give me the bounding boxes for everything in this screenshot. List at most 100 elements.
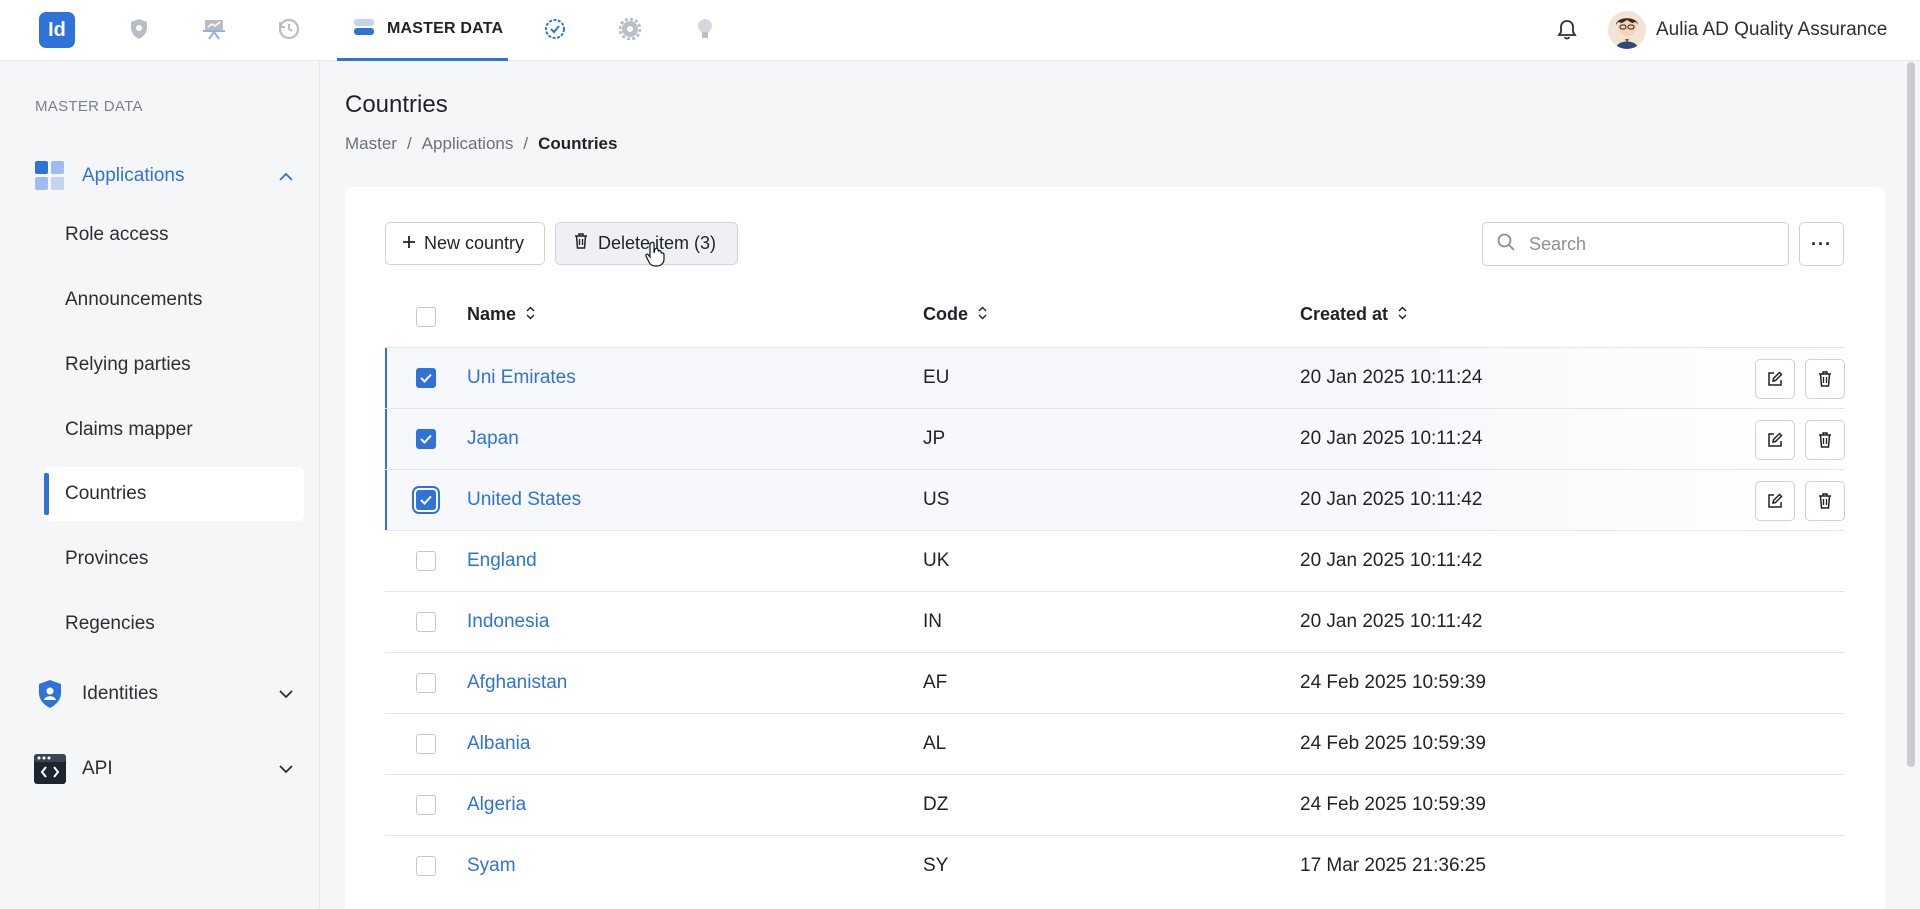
edit-button[interactable] [1755, 481, 1795, 521]
row-checkbox[interactable] [416, 856, 436, 881]
logo-text: Id [48, 18, 66, 41]
breadcrumb-master[interactable]: Master [345, 134, 397, 154]
country-name-link[interactable]: Japan [467, 428, 519, 450]
country-code: IN [923, 611, 942, 632]
new-country-label: New country [424, 233, 525, 253]
nav-tab-master-data[interactable]: MASTER DATA [337, 0, 508, 61]
created-at: 20 Jan 2025 10:11:42 [1300, 550, 1483, 571]
page-title: Countries [345, 91, 448, 118]
country-name-link[interactable]: Uni Emirates [467, 367, 576, 389]
edit-button[interactable] [1755, 359, 1795, 399]
shield-icon[interactable] [124, 14, 154, 44]
gear-icon[interactable] [615, 14, 645, 44]
country-code: EU [923, 367, 950, 388]
sidebar-group-label: Identities [82, 683, 159, 704]
mouse-pointer-icon [645, 241, 665, 272]
column-header-code[interactable]: Code [923, 304, 987, 325]
created-at: 24 Feb 2025 10:59:39 [1300, 672, 1486, 693]
check-circle-icon[interactable] [540, 14, 570, 44]
delete-row-button[interactable] [1805, 420, 1845, 460]
table-row[interactable]: England UK 20 Jan 2025 10:11:42 [385, 530, 1845, 591]
table-row[interactable]: Albania AL 24 Feb 2025 10:59:39 [385, 713, 1845, 774]
country-code: SY [923, 855, 949, 876]
sidebar-item-role-access[interactable]: Role access [44, 208, 304, 262]
table-row[interactable]: Indonesia IN 20 Jan 2025 10:11:42 [385, 591, 1845, 652]
sidebar-item-provinces[interactable]: Provinces [44, 532, 304, 586]
column-header-label: Name [467, 304, 517, 324]
sidebar-group-identities[interactable]: Identities [34, 676, 294, 712]
breadcrumb-applications[interactable]: Applications [422, 134, 514, 154]
delete-row-button[interactable] [1805, 481, 1845, 521]
lightbulb-icon[interactable] [690, 14, 720, 44]
column-header-label: Created at [1300, 304, 1389, 324]
notification-bell-icon[interactable] [1553, 16, 1581, 44]
sidebar-group-applications[interactable]: Applications [34, 158, 294, 194]
country-code: US [923, 489, 950, 510]
sidebar-item-countries[interactable]: Countries [44, 467, 304, 521]
country-code: AL [923, 733, 947, 754]
breadcrumb: Master / Applications / Countries [345, 134, 617, 154]
table-row[interactable]: Algeria DZ 24 Feb 2025 10:59:39 [385, 774, 1845, 835]
master-data-icon [353, 17, 375, 42]
breadcrumb-separator: / [406, 134, 412, 153]
created-at: 20 Jan 2025 10:11:24 [1300, 428, 1483, 449]
created-at: 20 Jan 2025 10:11:24 [1300, 367, 1483, 388]
sidebar-item-announcements[interactable]: Announcements [44, 273, 304, 327]
identities-shield-icon [34, 678, 66, 710]
history-icon[interactable] [274, 14, 304, 44]
table-row[interactable]: Uni Emirates EU 20 Jan 2025 10:11:24 [385, 347, 1845, 409]
row-checkbox[interactable] [416, 795, 436, 820]
row-checkbox[interactable] [416, 490, 436, 510]
search-icon [1497, 233, 1515, 256]
search-box[interactable] [1482, 222, 1789, 266]
sidebar-group-api[interactable]: API [34, 751, 294, 787]
country-name-link[interactable]: Indonesia [467, 611, 549, 633]
row-checkbox[interactable] [416, 551, 436, 576]
table-row[interactable]: Afghanistan AF 24 Feb 2025 10:59:39 [385, 652, 1845, 713]
country-name-link[interactable]: United States [467, 489, 581, 511]
sidebar-item-claims-mapper[interactable]: Claims mapper [44, 403, 304, 457]
sort-icon [526, 304, 535, 325]
row-checkbox[interactable] [416, 673, 436, 698]
column-header-name[interactable]: Name [467, 304, 535, 325]
page-scrollbar[interactable] [1907, 62, 1915, 767]
top-bar: Id MASTER DATA Aulia AD Quality Assuranc… [0, 0, 1920, 61]
country-name-link[interactable]: England [467, 550, 537, 572]
row-checkbox[interactable] [416, 612, 436, 637]
breadcrumb-separator: / [523, 134, 529, 153]
applications-icon [34, 160, 66, 192]
avatar[interactable] [1608, 11, 1646, 49]
row-checkbox[interactable] [416, 734, 436, 759]
row-checkbox[interactable] [416, 368, 436, 388]
created-at: 17 Mar 2025 21:36:25 [1300, 855, 1486, 876]
user-name[interactable]: Aulia AD Quality Assurance [1656, 19, 1887, 41]
table-row[interactable]: United States US 20 Jan 2025 10:11:42 [385, 469, 1845, 531]
sidebar-item-regencies[interactable]: Regencies [44, 597, 304, 651]
sidebar-item-relying-parties[interactable]: Relying parties [44, 338, 304, 392]
api-code-icon [34, 753, 66, 785]
nav-tab-label: MASTER DATA [387, 20, 504, 37]
country-code: DZ [923, 794, 949, 815]
trash-icon [574, 233, 588, 254]
country-code: JP [923, 428, 946, 449]
country-name-link[interactable]: Syam [467, 855, 516, 877]
presentation-icon[interactable] [199, 14, 229, 44]
search-input[interactable] [1529, 233, 1769, 255]
country-name-link[interactable]: Albania [467, 733, 530, 755]
select-all-checkbox[interactable] [416, 307, 436, 332]
column-header-created-at[interactable]: Created at [1300, 304, 1407, 325]
delete-row-button[interactable] [1805, 359, 1845, 399]
chevron-down-icon [278, 686, 294, 702]
country-name-link[interactable]: Algeria [467, 794, 526, 816]
table-row[interactable]: Syam SY 17 Mar 2025 21:36:25 [385, 835, 1845, 896]
created-at: 24 Feb 2025 10:59:39 [1300, 794, 1486, 815]
new-country-button[interactable]: New country [385, 222, 545, 265]
more-options-button[interactable]: ··· [1799, 222, 1844, 266]
edit-button[interactable] [1755, 420, 1795, 460]
table-row[interactable]: Japan JP 20 Jan 2025 10:11:24 [385, 408, 1845, 470]
app-logo[interactable]: Id [39, 12, 75, 48]
chevron-down-icon [278, 761, 294, 777]
row-checkbox[interactable] [416, 429, 436, 449]
sidebar-section-label: MASTER DATA [35, 98, 143, 115]
country-name-link[interactable]: Afghanistan [467, 672, 567, 694]
